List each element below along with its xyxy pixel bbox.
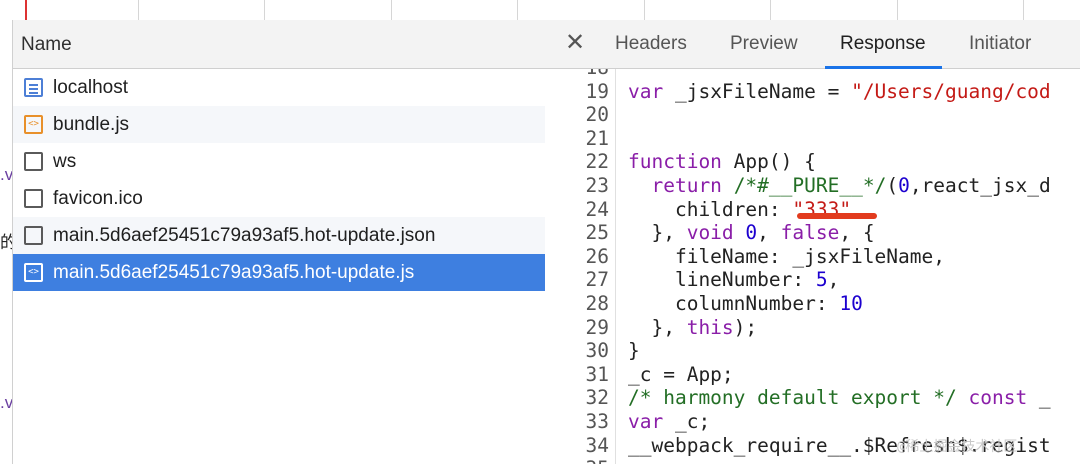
- code-line: /* harmony default export */ const _: [628, 386, 1051, 410]
- detail-tab-bar: ✕ Headers Preview Response Initiator: [545, 20, 1080, 69]
- top-toolbar-strip: [0, 0, 1080, 21]
- request-name: main.5d6aef25451c79a93af5.hot-update.js: [53, 261, 415, 283]
- background-page-edge: .v 的 .v: [0, 20, 17, 464]
- line-number: 32: [585, 386, 609, 410]
- request-name: main.5d6aef25451c79a93af5.hot-update.jso…: [53, 224, 436, 246]
- grid-divider: [264, 0, 265, 20]
- request-row[interactable]: <> bundle.js: [13, 106, 545, 143]
- line-number: 31: [585, 362, 609, 386]
- tab-response[interactable]: Response: [825, 20, 942, 69]
- request-name: bundle.js: [53, 113, 130, 135]
- code-line: }: [628, 339, 640, 363]
- grid-divider: [391, 0, 392, 20]
- line-number: 26: [585, 244, 609, 268]
- line-number: 28: [585, 292, 609, 315]
- line-number-gutter: 181920212223242526272829303132333435: [545, 69, 616, 464]
- blank-file-icon: [24, 226, 43, 245]
- request-detail-panel: ✕ Headers Preview Response Initiator 181…: [545, 20, 1080, 464]
- line-number: 27: [585, 268, 609, 292]
- blank-file-icon: [24, 189, 43, 208]
- line-number: 25: [585, 221, 609, 245]
- code-line: _c = App;: [628, 362, 734, 386]
- grid-divider: [517, 0, 518, 20]
- request-row[interactable]: main.5d6aef25451c79a93af5.hot-update.jso…: [13, 217, 545, 254]
- grid-divider: [897, 0, 898, 20]
- line-number: 20: [585, 103, 609, 127]
- line-number: 35: [586, 457, 609, 464]
- line-number: 23: [585, 174, 609, 197]
- response-code-viewer[interactable]: 181920212223242526272829303132333435 var…: [545, 69, 1080, 464]
- line-number: 19: [585, 79, 609, 103]
- line-number: 22: [585, 150, 609, 174]
- line-number: 21: [585, 126, 609, 150]
- script-icon: <>: [24, 263, 43, 282]
- tab-initiator[interactable]: Initiator: [969, 20, 1031, 68]
- annotation-underline: [797, 213, 877, 219]
- code-line: var _c;: [628, 410, 711, 433]
- line-number: 18: [586, 69, 609, 79]
- request-row[interactable]: ws: [13, 143, 545, 180]
- tab-preview[interactable]: Preview: [730, 20, 798, 68]
- code-line: }, this);: [628, 315, 758, 339]
- line-number: 24: [585, 197, 609, 221]
- tab-headers[interactable]: Headers: [615, 20, 687, 68]
- request-list-panel: Name localhost <> bundle.js ws favicon.i…: [12, 20, 546, 464]
- document-icon: [24, 78, 43, 97]
- watermark: @稀土掘金技术社区: [897, 439, 1018, 455]
- blank-file-icon: [24, 152, 43, 171]
- request-name: favicon.ico: [53, 187, 143, 209]
- grid-divider: [1023, 0, 1024, 20]
- request-row[interactable]: localhost: [13, 69, 545, 106]
- name-column-header[interactable]: Name: [13, 20, 545, 69]
- line-number: 33: [585, 410, 609, 433]
- line-number: 34: [585, 433, 609, 457]
- request-name: localhost: [53, 76, 128, 98]
- code-line: function App() {: [628, 150, 816, 174]
- code-line: var _jsxFileName = "/Users/guang/cod: [628, 79, 1051, 103]
- request-row-selected[interactable]: <> main.5d6aef25451c79a93af5.hot-update.…: [13, 254, 545, 291]
- code-line: }, void 0, false, {: [628, 221, 875, 245]
- grid-divider: [138, 0, 139, 20]
- request-name: ws: [53, 150, 77, 172]
- timeline-marker: [25, 0, 27, 20]
- grid-divider: [770, 0, 771, 20]
- grid-divider: [644, 0, 645, 20]
- code-line: fileName: _jsxFileName,: [628, 244, 945, 268]
- script-icon: <>: [24, 115, 43, 134]
- code-line: return /*#__PURE__*/(0,react_jsx_d: [651, 174, 1051, 197]
- code-line: columnNumber: 10: [628, 292, 863, 315]
- request-row[interactable]: favicon.ico: [13, 180, 545, 217]
- close-icon[interactable]: ✕: [565, 30, 585, 56]
- line-number: 29: [585, 315, 609, 339]
- line-number: 30: [585, 339, 609, 363]
- code-line: lineNumber: 5,: [628, 268, 840, 292]
